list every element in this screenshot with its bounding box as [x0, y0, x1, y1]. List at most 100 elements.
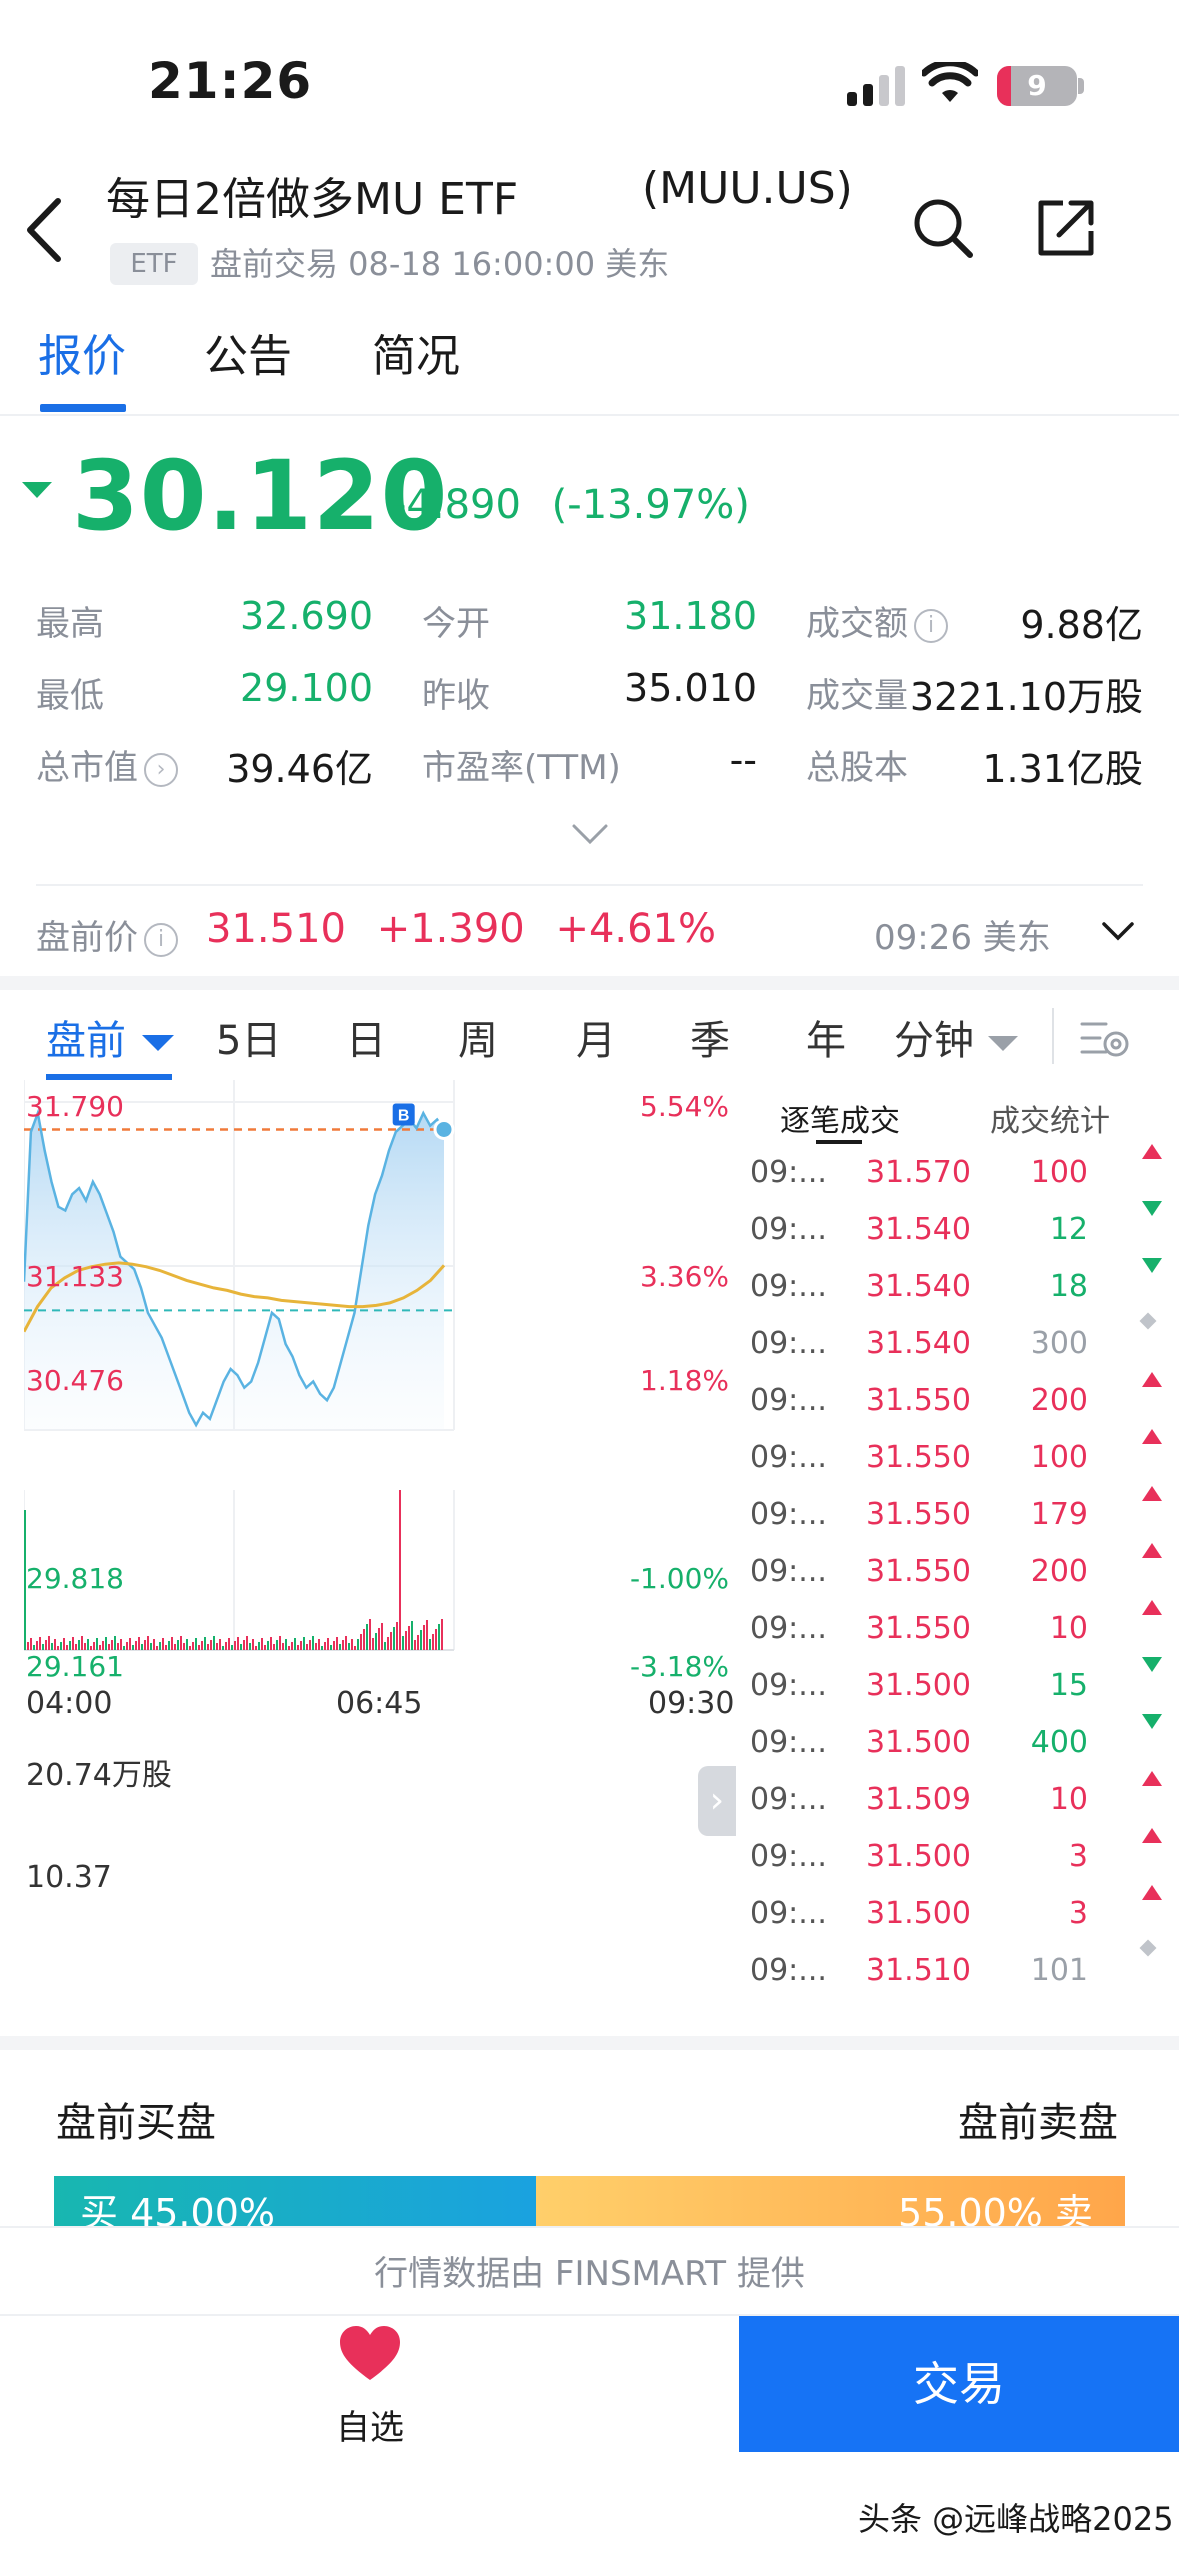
volume-bar — [45, 1640, 47, 1650]
tab-announcements[interactable]: 公告 — [204, 320, 292, 384]
trade-price: 31.550 — [866, 1554, 971, 1589]
chevron-right-circle-icon[interactable]: › — [144, 752, 178, 787]
period-tab-day[interactable]: 日 — [346, 1008, 386, 1066]
volume-bar — [78, 1640, 80, 1650]
volume-bar — [141, 1644, 143, 1650]
volume-bar — [360, 1634, 362, 1650]
heart-icon[interactable] — [338, 2324, 402, 2384]
volume-bar — [297, 1645, 299, 1650]
search-icon[interactable] — [910, 195, 976, 261]
volume-bar — [390, 1632, 392, 1650]
section-gap — [0, 976, 1179, 990]
y-tick-label: 30.476 — [26, 1364, 124, 1397]
y-tick-label: 31.133 — [26, 1260, 124, 1293]
section-gap — [0, 2036, 1179, 2050]
trade-time: 09:... — [750, 1725, 827, 1760]
tab-quote[interactable]: 报价 — [38, 320, 126, 384]
down-triangle-icon — [22, 482, 52, 498]
trade-qty: 200 — [1030, 1554, 1088, 1589]
trade-time: 09:... — [750, 1269, 827, 1304]
trade-row: 09:... 31.550 200 — [748, 1372, 1162, 1429]
period-tab-premarket[interactable]: 盘前 — [46, 1008, 174, 1066]
volume-bar — [198, 1645, 200, 1650]
panel-expand-handle[interactable]: › — [698, 1766, 736, 1836]
volume-bar — [120, 1639, 122, 1650]
share-icon[interactable] — [1033, 195, 1099, 261]
stat-low-value: 29.100 — [240, 666, 373, 710]
trade-time: 09:... — [750, 1497, 827, 1532]
trade-price: 31.570 — [866, 1155, 971, 1190]
premarket-ask-label: 盘前卖盘 — [958, 2100, 1118, 2146]
trade-row: 09:... 31.500 400 — [748, 1714, 1162, 1771]
tab-trade-stats[interactable]: 成交统计 — [990, 1096, 1110, 1140]
volume-bar — [195, 1638, 197, 1650]
volume-bar — [138, 1637, 140, 1650]
trade-price: 31.540 — [866, 1326, 971, 1361]
volume-bar — [273, 1644, 275, 1650]
tab-trade-ticks[interactable]: 逐笔成交 — [780, 1096, 900, 1140]
volume-max-label: 20.74万股 — [26, 1758, 172, 1793]
volume-bar — [30, 1638, 32, 1650]
trade-row: 09:... 31.550 200 — [748, 1543, 1162, 1600]
trade-row: 09:... 31.570 100 — [748, 1144, 1162, 1201]
volume-bar — [183, 1643, 185, 1650]
volume-mid-label: 10.37 — [26, 1860, 112, 1895]
stat-high-label: 最高 — [36, 604, 104, 644]
volume-bar — [267, 1641, 269, 1650]
stat-prev-close-value: 35.010 — [624, 666, 757, 710]
y-tick-label-pct: -3.18% — [629, 1650, 729, 1683]
volume-bar — [213, 1636, 215, 1650]
volume-bar — [81, 1636, 83, 1650]
intraday-chart[interactable]: B — [24, 1080, 734, 2008]
volume-bar — [135, 1641, 137, 1650]
tab-profile[interactable]: 简况 — [372, 320, 460, 384]
period-tab-minute[interactable]: 分钟 — [894, 1008, 1018, 1066]
period-tab-5day[interactable]: 5日 — [216, 1008, 281, 1066]
trade-qty: 100 — [1030, 1155, 1088, 1190]
trade-row: 09:... 31.500 3 — [748, 1885, 1162, 1942]
chevron-down-icon[interactable] — [1100, 918, 1136, 944]
x-tick-label: 04:00 — [26, 1686, 113, 1721]
trade-time: 09:... — [750, 1383, 827, 1418]
volume-bar — [354, 1646, 356, 1650]
premarket-label-text: 盘前价 — [36, 918, 138, 958]
volume-bar — [168, 1641, 170, 1650]
volume-bar — [174, 1644, 176, 1650]
expand-chevron-icon[interactable] — [570, 820, 610, 848]
trade-row: 09:... 31.500 15 — [748, 1657, 1162, 1714]
volume-bar — [240, 1644, 242, 1650]
trade-qty: 15 — [1049, 1668, 1088, 1703]
back-arrow-icon[interactable] — [22, 195, 66, 265]
period-tab-month[interactable]: 月 — [576, 1008, 616, 1066]
volume-bar — [282, 1643, 284, 1650]
trade-qty: 3 — [1068, 1839, 1088, 1874]
trade-row: 09:... 31.500 3 — [748, 1828, 1162, 1885]
info-icon[interactable]: i — [144, 922, 178, 957]
volume-bar — [378, 1628, 380, 1650]
period-tab-premarket-label: 盘前 — [46, 1018, 126, 1064]
trade-button[interactable]: 交易 — [739, 2316, 1179, 2452]
chart-settings-icon[interactable] — [1076, 1010, 1132, 1066]
trade-price: 31.500 — [866, 1839, 971, 1874]
volume-bar — [144, 1640, 146, 1650]
period-tab-quarter[interactable]: 季 — [690, 1008, 730, 1066]
info-icon[interactable]: i — [914, 608, 948, 643]
trade-price: 31.500 — [866, 1668, 971, 1703]
volume-bar — [54, 1639, 56, 1650]
trade-row: 09:... 31.540 12 — [748, 1201, 1162, 1258]
price-change-pct: (-13.97%) — [551, 482, 750, 528]
volume-bar — [84, 1643, 86, 1650]
volume-bar — [417, 1635, 419, 1650]
period-tab-week[interactable]: 周 — [458, 1008, 498, 1066]
period-tab-year[interactable]: 年 — [806, 1008, 846, 1066]
volume-bar — [309, 1640, 311, 1650]
volume-bar — [303, 1637, 305, 1650]
volume-bar — [159, 1642, 161, 1650]
watchlist-button[interactable]: 自选 — [300, 2400, 440, 2449]
trade-time: 09:... — [750, 1668, 827, 1703]
volume-bar — [318, 1639, 320, 1650]
volume-bar — [276, 1640, 278, 1650]
volume-bar — [117, 1643, 119, 1650]
stat-mktcap-value: 39.46亿 — [226, 747, 373, 791]
trade-price: 31.550 — [866, 1383, 971, 1418]
